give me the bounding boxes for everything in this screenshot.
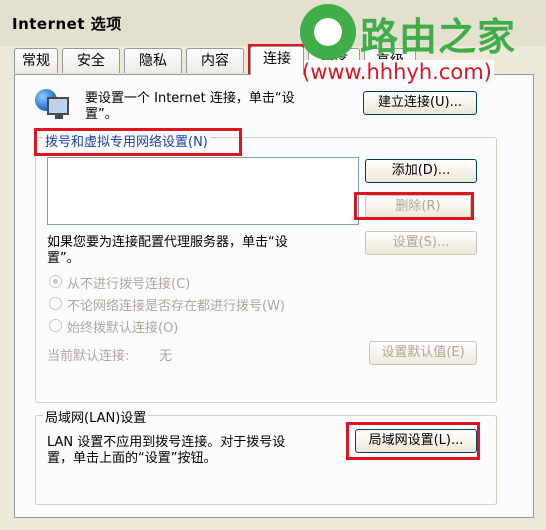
tab-connections[interactable]: 连接 (250, 46, 304, 75)
watermark-brand: 路由之家 (360, 15, 517, 59)
radio-always-dial[interactable] (49, 319, 62, 332)
radio-always-dial-label: 始终拨默认连接(O) (67, 321, 179, 336)
current-default-label: 当前默认连接: (47, 349, 130, 364)
lan-text-line2: 置，单击上面的“设置”按钮。 (47, 451, 217, 466)
dialup-vpn-legend: 拨号和虚拟专用网络设置(N) (43, 131, 210, 150)
radio-never-dial-label: 从不进行拨号连接(C) (67, 277, 191, 292)
proxy-text-line2: 置”。 (47, 251, 80, 266)
tab-general[interactable]: 常规 (14, 48, 58, 73)
radio-dial-whenever[interactable] (49, 297, 62, 310)
proxy-text-line1: 如果您要为连接配置代理服务器，单击“设 (47, 235, 288, 250)
settings-button[interactable]: 设置(S)... (365, 231, 477, 255)
lan-legend: 局域网(LAN)设置 (43, 407, 149, 426)
tab-security[interactable]: 安全 (62, 48, 120, 73)
radio-dial-whenever-label: 不论网络连接是否存在都进行拨号(W) (67, 299, 285, 314)
watermark-logo-icon (300, 4, 356, 60)
delete-button[interactable]: 删除(R) (365, 195, 471, 219)
tab-privacy[interactable]: 隐私 (124, 48, 182, 73)
connections-listbox[interactable] (47, 157, 359, 225)
setup-text-line2: 置”。 (85, 107, 118, 122)
set-default-button[interactable]: 设置默认值(E) (369, 341, 477, 365)
watermark-url: (www.hhhyh.com) (300, 60, 494, 84)
window-title: Internet 选项 (12, 15, 122, 33)
current-default-value: 无 (159, 349, 173, 364)
connections-panel: 要设置一个 Internet 连接，单击“设 置”。 建立连接(U)... 拨号… (14, 74, 534, 518)
lan-settings-button[interactable]: 局域网设置(L)... (355, 429, 477, 453)
setup-connection-button[interactable]: 建立连接(U)... (363, 91, 477, 115)
add-button[interactable]: 添加(D)... (365, 159, 477, 183)
computer-icon (47, 97, 69, 119)
radio-never-dial[interactable] (49, 275, 62, 288)
tab-content[interactable]: 内容 (186, 48, 244, 73)
